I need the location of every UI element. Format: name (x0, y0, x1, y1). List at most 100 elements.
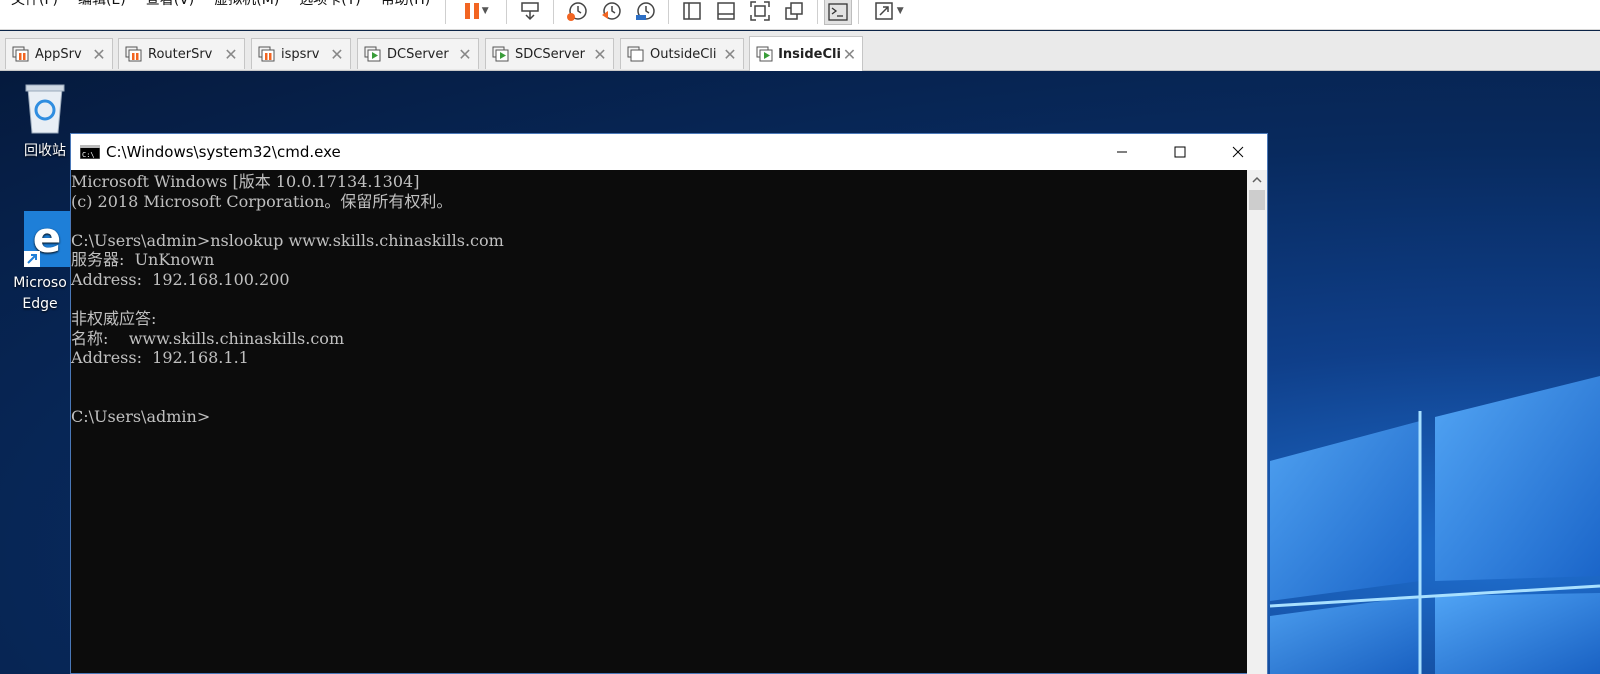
console-line: C:\Users\admin>nslookup www.skills.china… (71, 230, 504, 250)
tab-insidecli[interactable]: InsideCli ✕ (749, 36, 863, 71)
stretch-guest-button[interactable]: ▼ (865, 0, 911, 26)
full-screen-button[interactable] (743, 0, 777, 26)
close-icon[interactable]: ✕ (222, 45, 240, 64)
tab-routersrv[interactable]: RouterSrv ✕ (118, 38, 245, 69)
close-button[interactable] (1209, 134, 1267, 170)
console-line: Microsoft Windows [版本 10.0.17134.1304] (71, 172, 420, 191)
snapshot-manager-button[interactable] (628, 0, 662, 26)
tab-label: InsideCli (778, 46, 841, 62)
vm-off-icon (627, 46, 644, 62)
snapshot-icon (567, 1, 587, 21)
console-output[interactable]: Microsoft Windows [版本 10.0.17134.1304] (… (71, 170, 1248, 674)
close-icon[interactable]: ✕ (328, 45, 346, 64)
recycle-bin-icon (25, 84, 65, 134)
close-icon[interactable]: ✕ (841, 45, 858, 64)
tab-dcserver[interactable]: DCServer ✕ (357, 38, 479, 69)
cmd-app-icon: C:\ (80, 145, 100, 159)
menu-vm[interactable]: 虚拟机(M) (203, 0, 288, 22)
unity-button[interactable] (777, 0, 811, 26)
menu-tabs[interactable]: 选项卡(T) (288, 0, 369, 22)
command-prompt[interactable]: C:\Users\admin> (71, 407, 1248, 427)
vm-running-icon (258, 46, 275, 62)
maximize-icon (1174, 146, 1186, 158)
edge-icon: e (24, 211, 70, 267)
tab-label: DCServer (387, 46, 449, 62)
chevron-down-icon: ▼ (896, 5, 904, 16)
fullscreen-icon (750, 0, 770, 21)
menu-view[interactable]: 查看(V) (135, 0, 204, 22)
toolbar-separator (668, 0, 670, 24)
pause-button[interactable]: ▼ (452, 0, 500, 26)
tab-label: ispsrv (281, 46, 320, 62)
close-icon[interactable]: ✕ (456, 45, 474, 64)
console-line: Address: 192.168.1.1 (71, 348, 249, 368)
minimize-icon (1117, 151, 1127, 153)
menu-edit[interactable]: 编辑(E) (67, 0, 135, 22)
scroll-thumb[interactable] (1249, 190, 1265, 210)
close-icon[interactable]: ✕ (90, 45, 108, 64)
vm-tab-strip: AppSrv ✕ RouterSrv ✕ ispsrv ✕ DCServer ✕… (0, 31, 1600, 71)
vertical-scrollbar[interactable] (1247, 170, 1267, 674)
snapshot-manager-icon (636, 1, 655, 20)
scroll-up-button[interactable] (1247, 170, 1267, 190)
stretch-icon (875, 1, 893, 20)
vm-running-icon (125, 46, 142, 62)
svg-text:C:\: C:\ (82, 151, 95, 159)
vm-powered-icon (364, 46, 381, 62)
chevron-up-icon (1252, 176, 1262, 183)
console-line: (c) 2018 Microsoft Corporation。保留所有权利。 (71, 191, 453, 211)
cmd-window[interactable]: C:\ C:\Windows\system32\cmd.exe Microsof… (70, 133, 1268, 674)
tab-sdcserver[interactable]: SDCServer ✕ (485, 38, 614, 69)
recycle-bin-shortcut[interactable]: 回收站 (14, 79, 76, 162)
chevron-down-icon: ▼ (481, 5, 489, 16)
tab-appsrv[interactable]: AppSrv ✕ (5, 38, 113, 69)
tab-label: SDCServer (515, 46, 585, 62)
toolbar-separator (858, 0, 860, 24)
cmd-title: C:\Windows\system32\cmd.exe (106, 143, 341, 161)
revert-snapshot-button[interactable] (594, 0, 628, 26)
menu-file[interactable]: 文件(F) (0, 0, 67, 22)
recycle-bin-label: 回收站 (24, 143, 66, 159)
send-keys-icon (521, 1, 539, 20)
windows-logo-wallpaper (1269, 376, 1600, 674)
pause-icon (464, 2, 479, 19)
console-view-button[interactable] (824, 0, 853, 25)
send-ctrl-alt-del-button[interactable] (513, 0, 547, 26)
close-icon[interactable]: ✕ (721, 45, 739, 64)
toolbar-separator (553, 0, 555, 24)
console-line: Address: 192.168.100.200 (71, 269, 290, 289)
edge-label-line2: Edge (22, 296, 58, 312)
tab-label: AppSrv (35, 46, 82, 62)
close-icon (1232, 146, 1244, 158)
console-icon (828, 2, 848, 21)
tab-outsidecli[interactable]: OutsideCli ✕ (620, 38, 744, 69)
show-thumbnail-button[interactable] (709, 0, 743, 26)
show-library-button[interactable] (675, 0, 709, 26)
toolbar-separator (817, 0, 819, 24)
tab-ispsrv[interactable]: ispsrv ✕ (251, 38, 351, 69)
thumbnail-icon (717, 1, 735, 20)
vm-powered-icon (492, 46, 509, 62)
close-icon[interactable]: ✕ (591, 45, 609, 64)
vm-running-icon (12, 46, 29, 62)
console-line: 名称: www.skills.chinaskills.com (71, 328, 345, 348)
toolbar-separator (506, 0, 508, 24)
edge-label-line1: Microso (13, 275, 67, 291)
vm-powered-icon (756, 46, 773, 62)
toolbar-separator (445, 0, 447, 24)
maximize-button[interactable] (1151, 134, 1209, 170)
take-snapshot-button[interactable] (560, 0, 594, 26)
menu-help[interactable]: 帮助(H) (370, 0, 439, 22)
revert-snapshot-icon (602, 1, 621, 20)
console-line: 服务器: UnKnown (71, 250, 215, 270)
tab-label: OutsideCli (650, 46, 717, 62)
menubar: 文件(F) 编辑(E) 查看(V) 虚拟机(M) 选项卡(T) 帮助(H) ▼ (0, 0, 1600, 30)
cmd-title-bar[interactable]: C:\ C:\Windows\system32\cmd.exe (71, 134, 1267, 170)
unity-icon (785, 1, 803, 20)
edge-shortcut[interactable]: e Microso Edge (0, 209, 80, 315)
minimize-button[interactable] (1093, 134, 1151, 170)
